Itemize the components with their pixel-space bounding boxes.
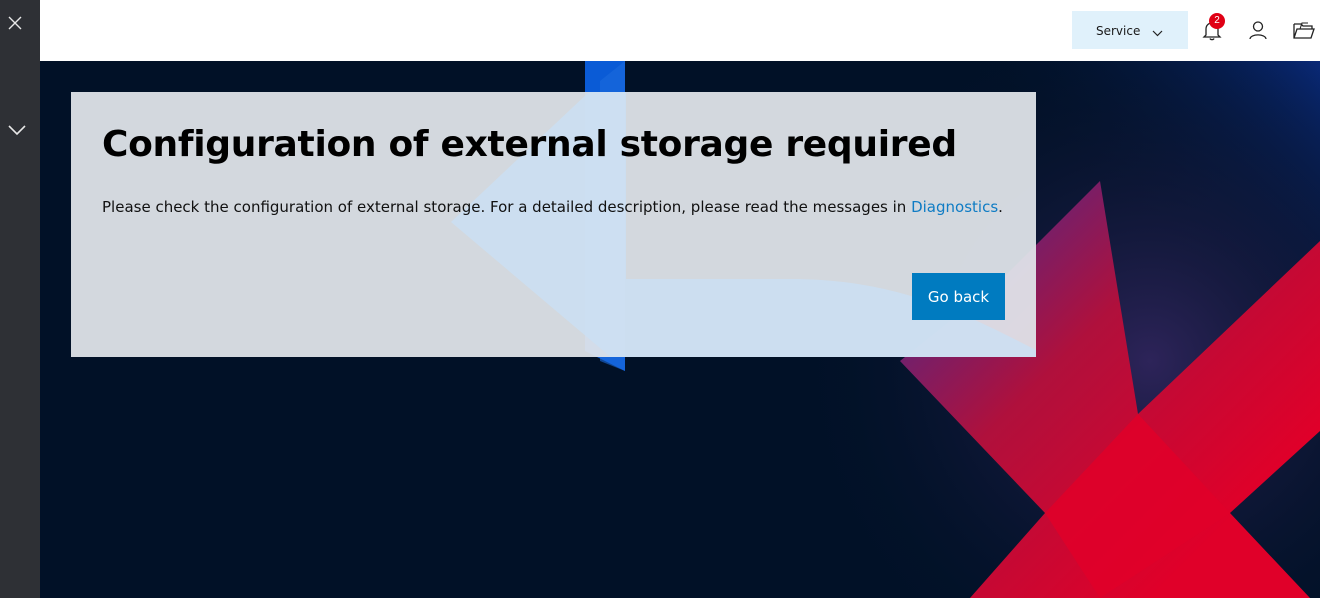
error-card: Configuration of external storage requir…	[71, 92, 1036, 357]
user-icon[interactable]	[1247, 19, 1269, 41]
page-title: Configuration of external storage requir…	[102, 124, 957, 165]
close-button[interactable]	[4, 12, 26, 34]
notification-badge: 2	[1209, 13, 1225, 29]
message-text-after: .	[998, 198, 1003, 216]
message-text: Please check the configuration of extern…	[102, 198, 1003, 216]
expand-menu-button[interactable]	[5, 118, 29, 142]
diagnostics-link[interactable]: Diagnostics	[911, 198, 998, 216]
go-back-button[interactable]: Go back	[912, 273, 1005, 320]
chevron-down-icon	[1152, 30, 1163, 37]
sidebar	[0, 0, 40, 598]
top-bar: Service 2	[40, 0, 1320, 61]
close-icon	[8, 16, 22, 30]
service-label: Service	[1096, 24, 1141, 38]
chevron-down-icon	[8, 125, 26, 136]
message-text-before: Please check the configuration of extern…	[102, 198, 912, 216]
service-dropdown[interactable]: Service	[1072, 11, 1188, 49]
folder-icon[interactable]	[1292, 19, 1316, 41]
